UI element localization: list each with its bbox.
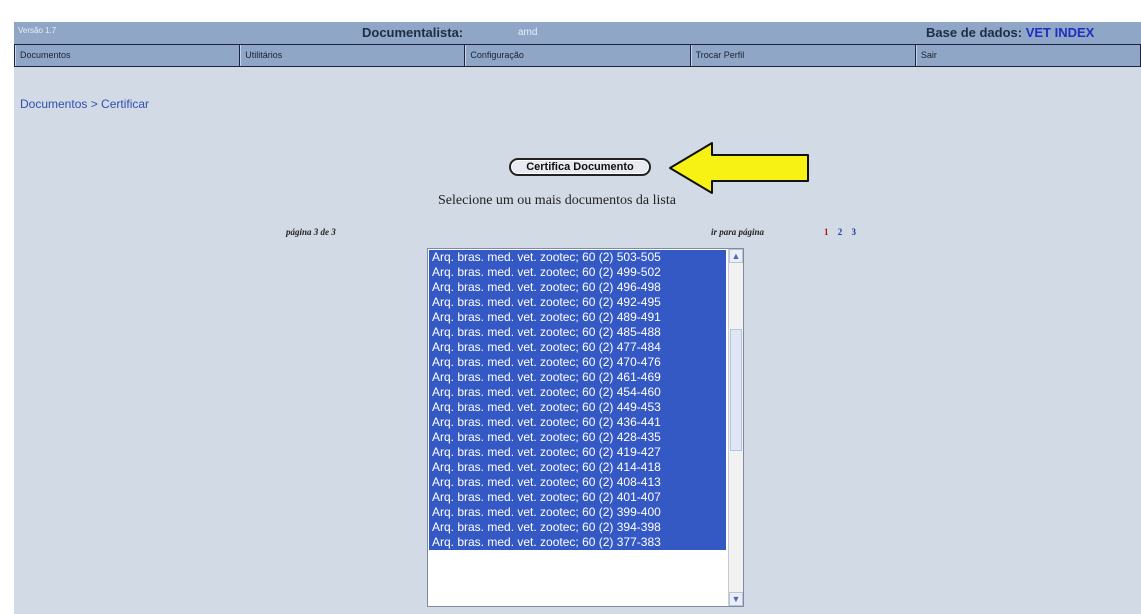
list-item[interactable]: Arq. bras. med. vet. zootec; 60 (2) 492-… (429, 295, 726, 310)
chevron-down-icon: ▼ (731, 594, 741, 604)
scrollbar-thumb[interactable] (730, 329, 742, 451)
list-item[interactable]: Arq. bras. med. vet. zootec; 60 (2) 419-… (429, 445, 726, 460)
menu-item-configuracao[interactable]: Configuração (465, 45, 691, 66)
instruction-text: Selecione um ou mais documentos da lista (438, 193, 676, 208)
page-link-1[interactable]: 1 (824, 227, 829, 237)
menu-item-utilitarios[interactable]: Utilitários (240, 45, 466, 66)
list-item[interactable]: Arq. bras. med. vet. zootec; 60 (2) 408-… (429, 475, 726, 490)
version-label: Versão 1.7 (18, 26, 57, 35)
list-item[interactable]: Arq. bras. med. vet. zootec; 60 (2) 414-… (429, 460, 726, 475)
list-item[interactable]: Arq. bras. med. vet. zootec; 60 (2) 399-… (429, 505, 726, 520)
list-item[interactable]: Arq. bras. med. vet. zootec; 60 (2) 394-… (429, 520, 726, 535)
breadcrumb: Documentos > Certificar (20, 97, 150, 111)
list-item[interactable]: Arq. bras. med. vet. zootec; 60 (2) 496-… (429, 280, 726, 295)
menu-item-documentos[interactable]: Documentos (15, 45, 241, 66)
page-link-2[interactable]: 2 (838, 227, 843, 237)
top-header: Versão 1.7 Documentalista: amd Base de d… (14, 22, 1141, 44)
list-item[interactable]: Arq. bras. med. vet. zootec; 60 (2) 377-… (429, 535, 726, 550)
page-link-3[interactable]: 3 (852, 227, 857, 237)
page-info: página 3 de 3 (286, 227, 336, 237)
yellow-left-arrow-icon (669, 142, 809, 194)
scroll-up-button[interactable]: ▲ (729, 249, 743, 263)
certify-document-button[interactable]: Certifica Documento (509, 158, 651, 176)
menu-item-sair[interactable]: Sair (915, 45, 1140, 66)
list-item[interactable]: Arq. bras. med. vet. zootec; 60 (2) 454-… (429, 385, 726, 400)
page-background: Versão 1.7 Documentalista: amd Base de d… (14, 22, 1141, 614)
chevron-up-icon: ▲ (731, 251, 741, 261)
goto-page-label: ir para página (711, 227, 765, 237)
documents-listbox[interactable]: Arq. bras. med. vet. zootec; 60 (2) 503-… (427, 248, 744, 607)
database-label-text: Base de dados: (926, 25, 1023, 40)
list-item[interactable]: Arq. bras. med. vet. zootec; 60 (2) 428-… (429, 430, 726, 445)
list-item[interactable]: Arq. bras. med. vet. zootec; 60 (2) 477-… (429, 340, 726, 355)
list-item[interactable]: Arq. bras. med. vet. zootec; 60 (2) 485-… (429, 325, 726, 340)
pager: 1 2 3 (824, 227, 863, 237)
menu-item-trocar-perfil[interactable]: Trocar Perfil (690, 45, 916, 66)
list-item[interactable]: Arq. bras. med. vet. zootec; 60 (2) 436-… (429, 415, 726, 430)
list-item[interactable]: Arq. bras. med. vet. zootec; 60 (2) 449-… (429, 400, 726, 415)
list-item[interactable]: Arq. bras. med. vet. zootec; 60 (2) 401-… (429, 490, 726, 505)
list-item[interactable]: Arq. bras. med. vet. zootec; 60 (2) 470-… (429, 355, 726, 370)
documentalist-label: Documentalista: (362, 25, 464, 40)
main-menu: Documentos Utilitários Configuração Troc… (14, 44, 1141, 67)
documents-list: Arq. bras. med. vet. zootec; 60 (2) 503-… (429, 250, 726, 550)
list-item[interactable]: Arq. bras. med. vet. zootec; 60 (2) 503-… (429, 250, 726, 265)
list-scrollbar[interactable]: ▲ ▼ (728, 249, 743, 606)
database-name: VET INDEX (1025, 25, 1095, 40)
list-item[interactable]: Arq. bras. med. vet. zootec; 60 (2) 461-… (429, 370, 726, 385)
list-item[interactable]: Arq. bras. med. vet. zootec; 60 (2) 499-… (429, 265, 726, 280)
scroll-down-button[interactable]: ▼ (729, 592, 743, 606)
list-item[interactable]: Arq. bras. med. vet. zootec; 60 (2) 489-… (429, 310, 726, 325)
database-label: Base de dados: VET INDEX (926, 25, 1094, 40)
documentalist-user: amd (518, 27, 538, 38)
